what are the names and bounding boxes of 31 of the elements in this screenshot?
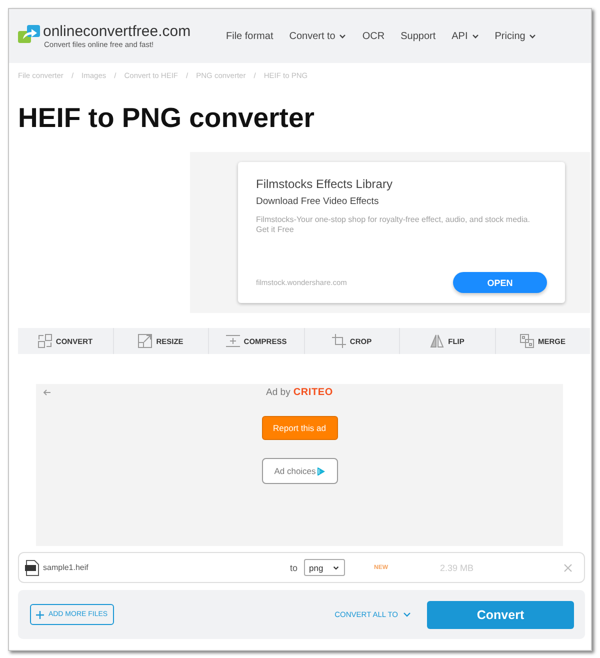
- ad-headline: Filmstocks Effects Library: [256, 177, 394, 191]
- arrow-tiles-logo-icon[interactable]: [18, 24, 40, 42]
- file-icon: [25, 560, 39, 576]
- nav-link[interactable]: Convert to: [289, 30, 346, 42]
- nav-link[interactable]: OCR: [362, 30, 385, 42]
- nav-link[interactable]: Support: [400, 30, 436, 42]
- nav-link[interactable]: API: [452, 30, 479, 42]
- ad-attribution-label: Ad by: [266, 386, 290, 398]
- chevron-down-icon: [333, 566, 339, 570]
- ad-choices-button[interactable]: Ad choices: [262, 458, 338, 484]
- left-arrow-icon[interactable]: [43, 388, 51, 396]
- play-triangle-icon: [316, 466, 325, 476]
- overlapping-squares-icon: [520, 334, 534, 348]
- ad-description: Filmstocks-Your one-stop shop for royalty-free effect, audio, and stock media. Get it Free: [256, 215, 531, 235]
- chevron-down-icon: [403, 612, 411, 617]
- close-icon[interactable]: [564, 564, 572, 572]
- lines-plus-icon: [226, 334, 240, 348]
- site-logo-text[interactable]: onlineconvertfree.com: [43, 22, 191, 40]
- file-name: sample1.heif: [43, 563, 88, 572]
- ad-subheadline: Download Free Video Effects: [256, 196, 380, 208]
- format-select[interactable]: png: [304, 559, 345, 576]
- mirrored-triangles-icon: [430, 334, 444, 348]
- nav-link[interactable]: Pricing: [494, 30, 536, 42]
- page-title: HEIF to PNG converter: [18, 102, 316, 134]
- corner-squares-icon: [38, 334, 52, 348]
- advertiser-logo-text: CRITEO: [293, 386, 333, 398]
- plus-icon: [36, 610, 44, 618]
- nav-link[interactable]: File format: [226, 30, 274, 42]
- to-label: to: [290, 562, 299, 572]
- diagonal-arrow-square-icon: [138, 334, 152, 348]
- crop-marks-icon: [332, 334, 346, 348]
